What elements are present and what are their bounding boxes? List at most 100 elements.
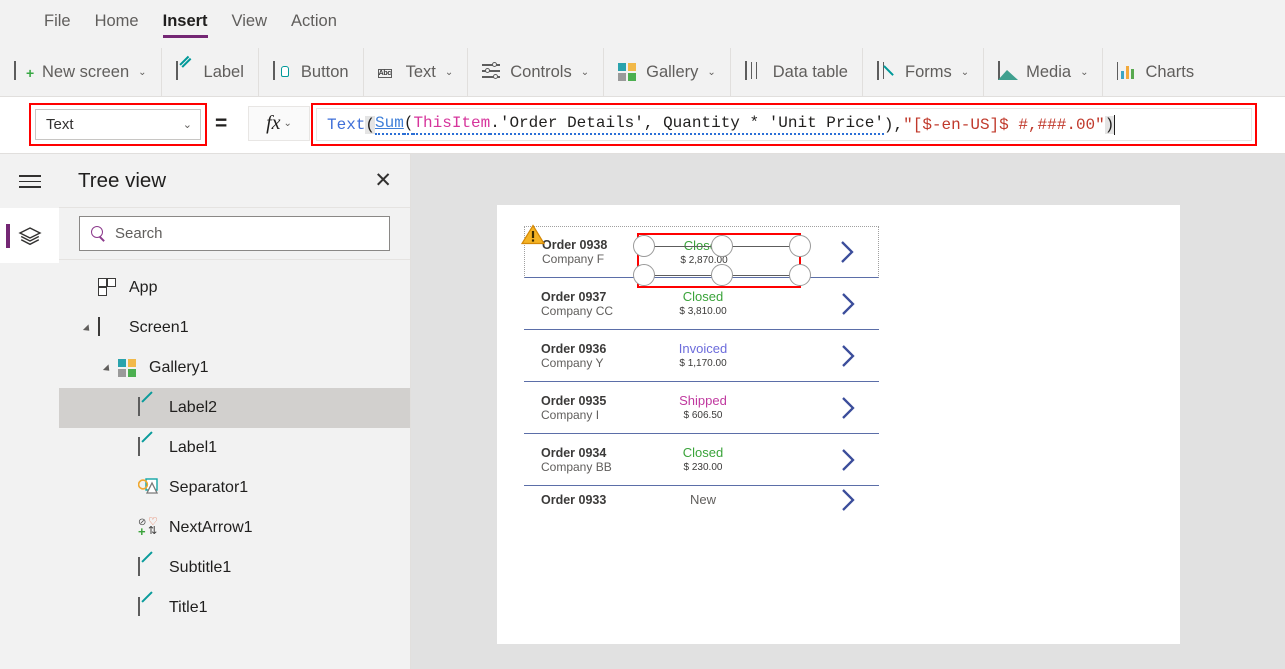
formula-token-args: .'Order Details', Quantity * 'Unit Price…: [490, 114, 884, 135]
tree-node-screen1[interactable]: Screen1: [59, 308, 410, 348]
gallery-row-title: Order 0937: [541, 290, 647, 304]
resize-handle-bottom-center[interactable]: [711, 264, 733, 286]
gallery-row-amount: $ 606.50: [647, 409, 759, 422]
formula-input-highlight: Text( Sum( ThisItem.'Order Details', Qua…: [311, 103, 1257, 146]
tree-node-label: Screen1: [129, 319, 189, 337]
tree-node-app[interactable]: App: [59, 268, 410, 308]
property-dropdown[interactable]: Text ⌄: [35, 109, 201, 140]
app-screen-canvas[interactable]: Order 0938 Company F Closed $ 2,870.00: [497, 205, 1180, 644]
ribbon-charts-label: Charts: [1145, 63, 1194, 82]
gallery-control[interactable]: Order 0938 Company F Closed $ 2,870.00: [524, 226, 879, 537]
gallery-row[interactable]: Order 0938 Company F Closed $ 2,870.00: [524, 226, 879, 278]
resize-handle-top-center[interactable]: [711, 235, 733, 257]
forms-icon: [877, 62, 897, 82]
tree-node-gallery1[interactable]: Gallery1: [59, 348, 410, 388]
gallery-row-titleblock: Order 0936 Company Y: [541, 342, 647, 370]
gallery-row-titleblock: Order 0933: [541, 493, 647, 507]
tree-view-panel: Tree view ✕ Search App Screen1: [59, 154, 411, 669]
charts-bar-icon: [1117, 62, 1137, 82]
ribbon-label[interactable]: Label: [161, 48, 258, 97]
gallery-icon: [118, 358, 138, 378]
twisty-placeholder: [82, 281, 96, 295]
resize-handle-bottom-right[interactable]: [789, 264, 811, 286]
app-icon: [98, 278, 118, 298]
chevron-down-icon: ⌄: [1080, 67, 1088, 78]
tree-node-label: Separator1: [169, 479, 248, 497]
menu-item-action[interactable]: Action: [279, 0, 349, 48]
ribbon-new-screen[interactable]: New screen ⌄: [0, 48, 161, 97]
gallery-row-amount: $ 3,810.00: [647, 305, 759, 318]
gallery-row[interactable]: Order 0936 Company Y Invoiced $ 1,170.00: [524, 330, 879, 382]
chevron-down-icon: ⌄: [961, 67, 969, 78]
ribbon-text[interactable]: Abc Text ⌄: [363, 48, 468, 97]
next-arrow-chevron[interactable]: [840, 395, 857, 421]
gallery-row-statusblock: Shipped $ 606.50: [647, 393, 759, 422]
menu-item-file[interactable]: File: [32, 0, 83, 48]
tree-node-label1[interactable]: Label1: [59, 428, 410, 468]
gallery-row-amount: $ 230.00: [647, 461, 759, 474]
next-arrow-chevron[interactable]: [840, 343, 857, 369]
ribbon-controls[interactable]: Controls ⌄: [467, 48, 603, 97]
gallery-row-titleblock: Order 0934 Company BB: [541, 446, 647, 474]
next-arrow-icon: ⊘ ♡ + ⇅: [138, 518, 158, 538]
gallery-row[interactable]: Order 0933 New: [524, 486, 879, 514]
gallery-row-status: Invoiced: [647, 341, 759, 357]
gallery-row[interactable]: Order 0935 Company I Shipped $ 606.50: [524, 382, 879, 434]
gallery-row-statusblock: New: [647, 492, 759, 508]
resize-handle-bottom-left[interactable]: [633, 264, 655, 286]
ribbon-controls-label: Controls: [510, 63, 571, 82]
gallery-row-status: Closed: [647, 289, 759, 305]
next-arrow-chevron[interactable]: [839, 239, 856, 265]
fx-button[interactable]: fx ⌄: [248, 106, 310, 141]
twisty-expanded-icon[interactable]: [102, 361, 116, 375]
ribbon-label-label: Label: [204, 63, 244, 82]
formula-token-close2: ): [1105, 116, 1115, 134]
formula-input[interactable]: Text( Sum( ThisItem.'Order Details', Qua…: [316, 108, 1252, 141]
twisty-expanded-icon[interactable]: [82, 321, 96, 335]
ribbon-charts[interactable]: Charts: [1102, 48, 1208, 97]
tree-node-nextarrow1[interactable]: ⊘ ♡ + ⇅ NextArrow1: [59, 508, 410, 548]
resize-handle-top-right[interactable]: [789, 235, 811, 257]
menu-item-home[interactable]: Home: [83, 0, 151, 48]
rail-item-tree-view[interactable]: [0, 208, 59, 263]
tree-node-separator1[interactable]: Separator1: [59, 468, 410, 508]
gallery-row-subtitle: Company Y: [541, 356, 647, 370]
resize-handle-top-left[interactable]: [633, 235, 655, 257]
label-icon: [138, 398, 158, 418]
next-arrow-chevron[interactable]: [840, 291, 857, 317]
ribbon-gallery[interactable]: Gallery ⌄: [603, 48, 730, 97]
gallery-row-title: Order 0934: [541, 446, 647, 460]
menu-item-view[interactable]: View: [220, 0, 279, 48]
formula-token-close1: ),: [884, 116, 903, 134]
tree-node-title1[interactable]: Title1: [59, 588, 410, 628]
search-input[interactable]: Search: [79, 216, 390, 251]
formula-token-format: "[$-en-US]$ #,###.00": [903, 116, 1105, 134]
chevron-down-icon: ⌄: [707, 67, 715, 78]
tree-node-subtitle1[interactable]: Subtitle1: [59, 548, 410, 588]
gallery-row[interactable]: Order 0934 Company BB Closed $ 230.00: [524, 434, 879, 486]
close-icon[interactable]: ✕: [374, 170, 392, 191]
ribbon-forms[interactable]: Forms ⌄: [862, 48, 983, 97]
controls-sliders-icon: [482, 62, 502, 82]
gallery-row-subtitle: Company I: [541, 408, 647, 422]
tree-node-label2[interactable]: Label2: [59, 388, 410, 428]
ribbon-button[interactable]: Button: [258, 48, 363, 97]
hamburger-menu-button[interactable]: [0, 154, 59, 208]
ribbon-data-table[interactable]: Data table: [730, 48, 862, 97]
rail-filler: [0, 263, 59, 669]
gallery-row-title: Order 0936: [541, 342, 647, 356]
ribbon-media[interactable]: Media ⌄: [983, 48, 1102, 97]
gallery-row-statusblock: Closed $ 3,810.00: [647, 289, 759, 318]
next-arrow-chevron[interactable]: [840, 447, 857, 473]
warning-icon[interactable]: [521, 224, 545, 245]
gallery-row-statusblock: Invoiced $ 1,170.00: [647, 341, 759, 370]
formula-token-paren2: (: [404, 114, 414, 135]
next-arrow-chevron[interactable]: [840, 487, 857, 513]
menu-item-insert[interactable]: Insert: [151, 0, 220, 48]
new-screen-icon: [14, 62, 34, 82]
powerapps-studio-window: File Home Insert View Action New screen …: [0, 0, 1285, 669]
canvas-area: Order 0938 Company F Closed $ 2,870.00: [411, 154, 1285, 669]
tree-node-label: Title1: [169, 599, 208, 617]
ribbon-gallery-label: Gallery: [646, 63, 698, 82]
insert-ribbon: New screen ⌄ Label Button Abc Text ⌄ Con…: [0, 48, 1285, 97]
